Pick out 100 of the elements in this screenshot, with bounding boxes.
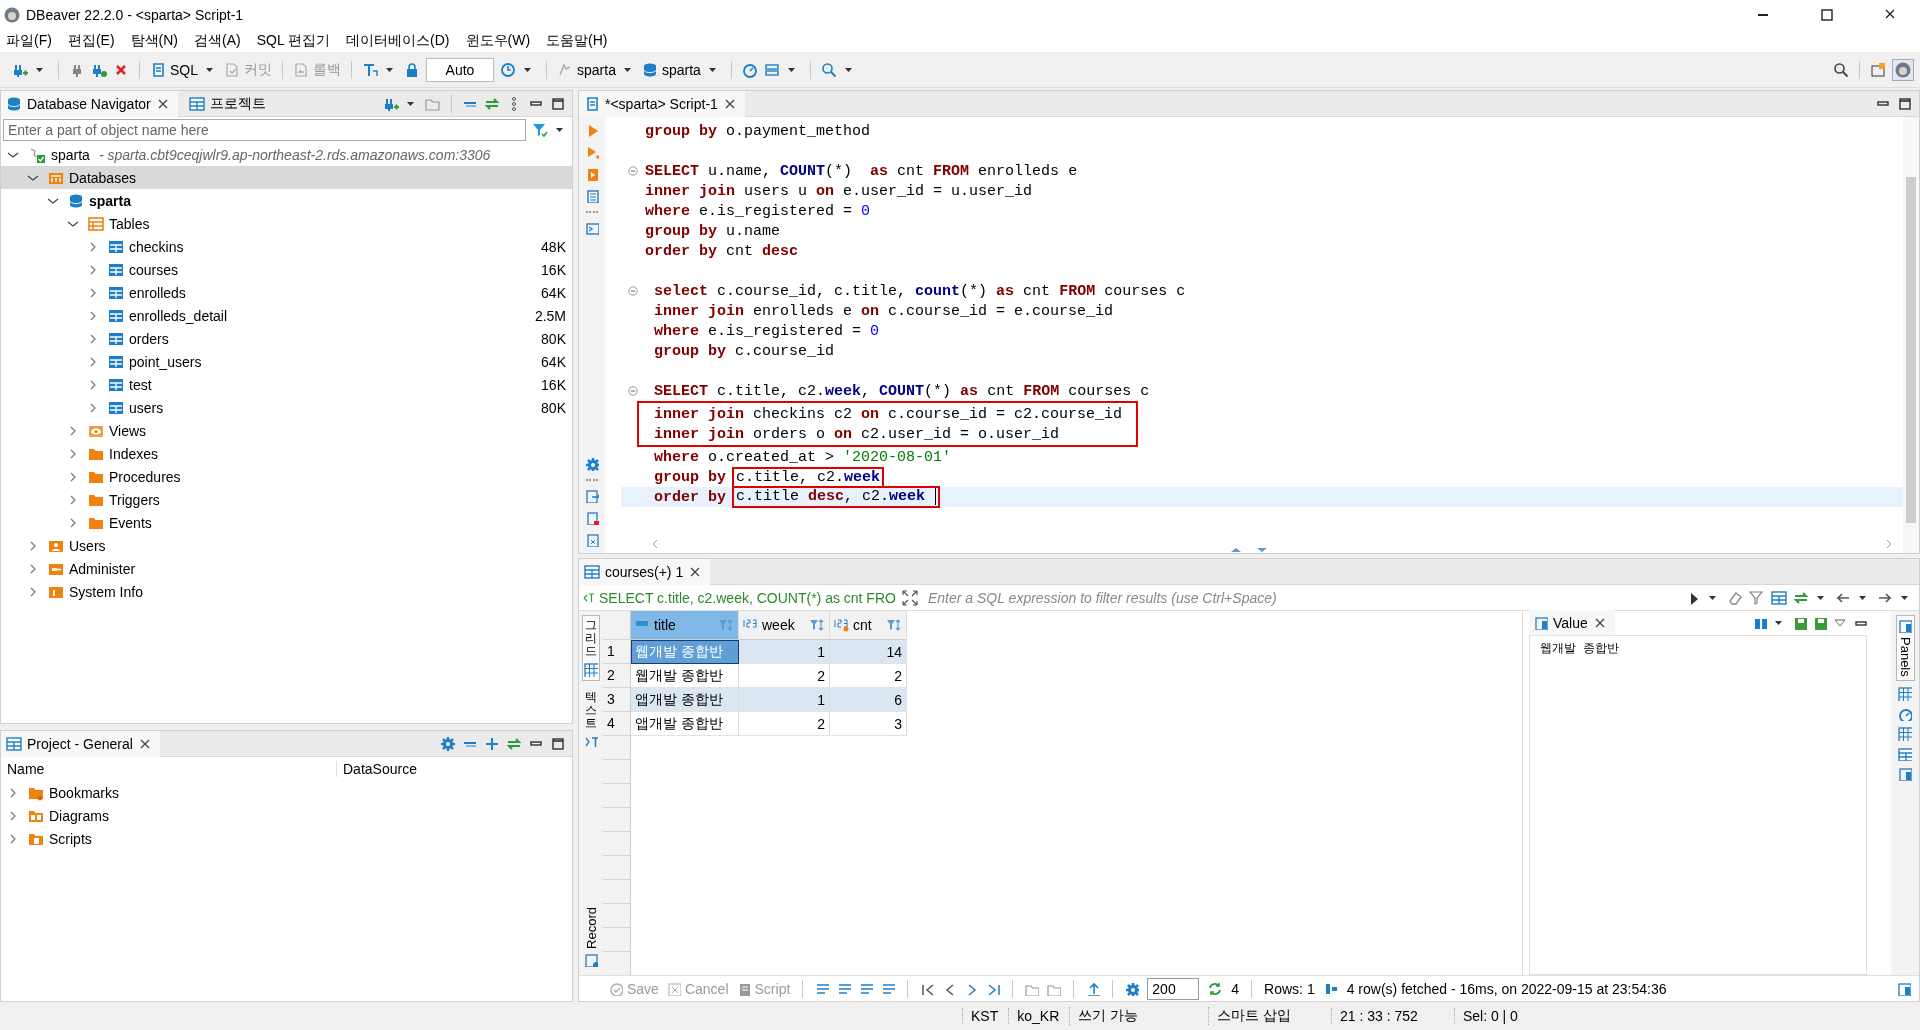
table-cell[interactable]: 앱개발 종합반 [631, 688, 739, 712]
status-text: Sel: 0 | 0 [1453, 1008, 1528, 1024]
tree-item[interactable]: enrolleds 64K [1, 281, 572, 304]
panel-tab[interactable]: courses(+) 1 [579, 559, 711, 585]
tree-item[interactable]: Scripts [1, 827, 572, 850]
panel-tab[interactable]: Project - General [1, 731, 160, 757]
table-cell[interactable]: 3 [830, 712, 907, 736]
column-header[interactable]: cnt [830, 611, 907, 640]
code-line: SELECT u.name, COUNT(*) as cnt FROM enrolleds e [645, 161, 1078, 181]
tree-item[interactable]: Events [1, 511, 572, 534]
menu-item[interactable]: 탐색(N) [130, 32, 178, 50]
status-text: 쓰기 가능 [1069, 1007, 1209, 1025]
code-line: where e.is_registered = 0 [645, 201, 871, 221]
row-number[interactable]: 3 [603, 688, 631, 712]
table-cell[interactable]: 2 [739, 712, 830, 736]
tree-item[interactable]: Views [1, 419, 572, 442]
code-line: inner join enrolleds e on c.course_id = e.course_id [653, 301, 1114, 321]
code-line: order by cnt desc [645, 241, 799, 261]
commit-mode-field[interactable]: Auto [426, 57, 494, 82]
table-size: 80K [541, 330, 566, 347]
tree-item[interactable]: orders 80K [1, 327, 572, 350]
schema-selector[interactable]: sparta [641, 61, 701, 78]
value-text: 웹개발 종합반 [1540, 641, 1619, 655]
panel-tab[interactable]: *<sparta> Script-1 [579, 91, 745, 117]
code-line: group by o.payment_method [645, 121, 871, 141]
fetch-message: 4 row(s) fetched - 16ms, on 2022-09-15 at 23:54:36 [1346, 980, 1667, 997]
tree-item[interactable]: Bookmarks [1, 781, 572, 804]
code-line: inner join users u on e.user_id = u.user_id [645, 181, 1033, 201]
table-size: 64K [541, 284, 566, 301]
code-line: inner join orders o on c2.user_id = o.user_id [653, 424, 1060, 444]
table-size: 16K [541, 261, 566, 278]
refresh-count: 4 [1231, 980, 1240, 997]
tree-item[interactable]: Diagrams [1, 804, 572, 827]
status-text: KST [962, 1008, 1009, 1024]
column-header[interactable]: DataSource [337, 761, 572, 777]
status-text: 21 : 33 : 752 [1331, 1008, 1454, 1024]
row-limit-field[interactable]: 200 [1147, 977, 1200, 1000]
column-header[interactable]: title [631, 611, 739, 640]
menu-item[interactable]: 윈도우(W) [465, 32, 531, 50]
code-line: group by c.course_id [653, 341, 835, 361]
table-cell[interactable]: 1 [739, 688, 830, 712]
tree-item[interactable]: courses 16K [1, 258, 572, 281]
tree-item[interactable]: Databases [1, 166, 572, 189]
tree-item[interactable]: users 80K [1, 396, 572, 419]
datasource-selector[interactable]: sparta [557, 61, 616, 78]
code-line: select c.course_id, c.title, count(*) as cnt FROM courses c [653, 281, 1186, 301]
tree-item[interactable]: sparta - sparta.cbt9ceqjwlr9.ap-northeast-2.rds.amazonaws.com:3306 [1, 143, 572, 166]
highlighted-code: c.title desc, c2.week [732, 486, 941, 508]
code-line: where e.is_registered = 0 [653, 321, 880, 341]
window-title: DBeaver 22.2.0 - <sparta> Script-1 [26, 7, 244, 23]
search-field[interactable]: Enter a part of object name here [3, 119, 526, 141]
column-header[interactable]: week [739, 611, 830, 640]
menu-item[interactable]: SQL 편집기 [256, 32, 331, 50]
menu-item[interactable]: 데이터베이스(D) [346, 32, 450, 50]
tree-item[interactable]: Indexes [1, 442, 572, 465]
tree-item[interactable]: Administer [1, 557, 572, 580]
column-header[interactable]: Name [1, 761, 337, 777]
table-size: 80K [541, 399, 566, 416]
tree-item[interactable]: checkins 48K [1, 235, 572, 258]
table-cell[interactable]: 6 [830, 688, 907, 712]
code-text: order by [653, 488, 726, 506]
panel-tab[interactable]: 프로젝트 [183, 91, 274, 117]
connection-address: - sparta.cbt9ceqjwlr9.ap-northeast-2.rds.amazonaws.com:3306 [98, 146, 491, 163]
menu-item[interactable]: 편집(E) [67, 32, 115, 50]
code-text: group by [653, 468, 726, 486]
sql-button[interactable]: SQL [150, 61, 198, 78]
view-tab[interactable]: 텍스트 [582, 686, 600, 753]
panel-tab[interactable]: Value [1529, 610, 1615, 636]
table-size: 64K [541, 353, 566, 370]
tree-item[interactable]: Procedures [1, 465, 572, 488]
code-line: group by u.name [645, 221, 781, 241]
table-size: 48K [541, 238, 566, 255]
panels-tab[interactable]: Panels [1895, 615, 1915, 681]
table-cell[interactable]: 1 [739, 640, 830, 664]
tree-item[interactable]: System Info [1, 580, 572, 603]
status-text: 스마트 삽입 [1208, 1007, 1332, 1025]
row-number[interactable]: 1 [603, 640, 631, 664]
row-number[interactable]: 2 [603, 664, 631, 688]
tree-item[interactable]: sparta [1, 189, 572, 212]
code-line: where o.created_at > '2020-08-01' [653, 447, 952, 467]
tree-item[interactable]: Users [1, 534, 572, 557]
record-tab[interactable]: Record [581, 903, 601, 971]
table-size: 16K [541, 376, 566, 393]
code-line: SELECT c.title, c2.week, COUNT(*) as cnt FROM courses c [653, 381, 1150, 401]
menu-item[interactable]: 도움말(H) [546, 32, 608, 50]
view-tab[interactable]: 그리드 [582, 615, 600, 681]
query-text: SELECT c.title, c2.week, COUNT(*) as cnt FRO [583, 589, 896, 606]
code-line: inner join checkins c2 on c.course_id = c2.course_id [653, 404, 1123, 424]
menu-item[interactable]: 파일(F) [6, 32, 52, 50]
table-cell[interactable]: 14 [830, 640, 907, 664]
panel-tab[interactable]: Database Navigator [1, 91, 178, 117]
row-number[interactable]: 4 [603, 712, 631, 736]
tree-item[interactable]: enrolleds_detail 2.5M [1, 304, 572, 327]
tree-item[interactable]: point_users 64K [1, 350, 572, 373]
tree-item[interactable]: Triggers [1, 488, 572, 511]
status-text: ko_KR [1008, 1008, 1070, 1024]
tree-item[interactable]: test 16K [1, 373, 572, 396]
table-cell[interactable]: 앱개발 종합반 [631, 712, 739, 736]
menu-item[interactable]: 검색(A) [194, 32, 241, 50]
tree-item[interactable]: Tables [1, 212, 572, 235]
